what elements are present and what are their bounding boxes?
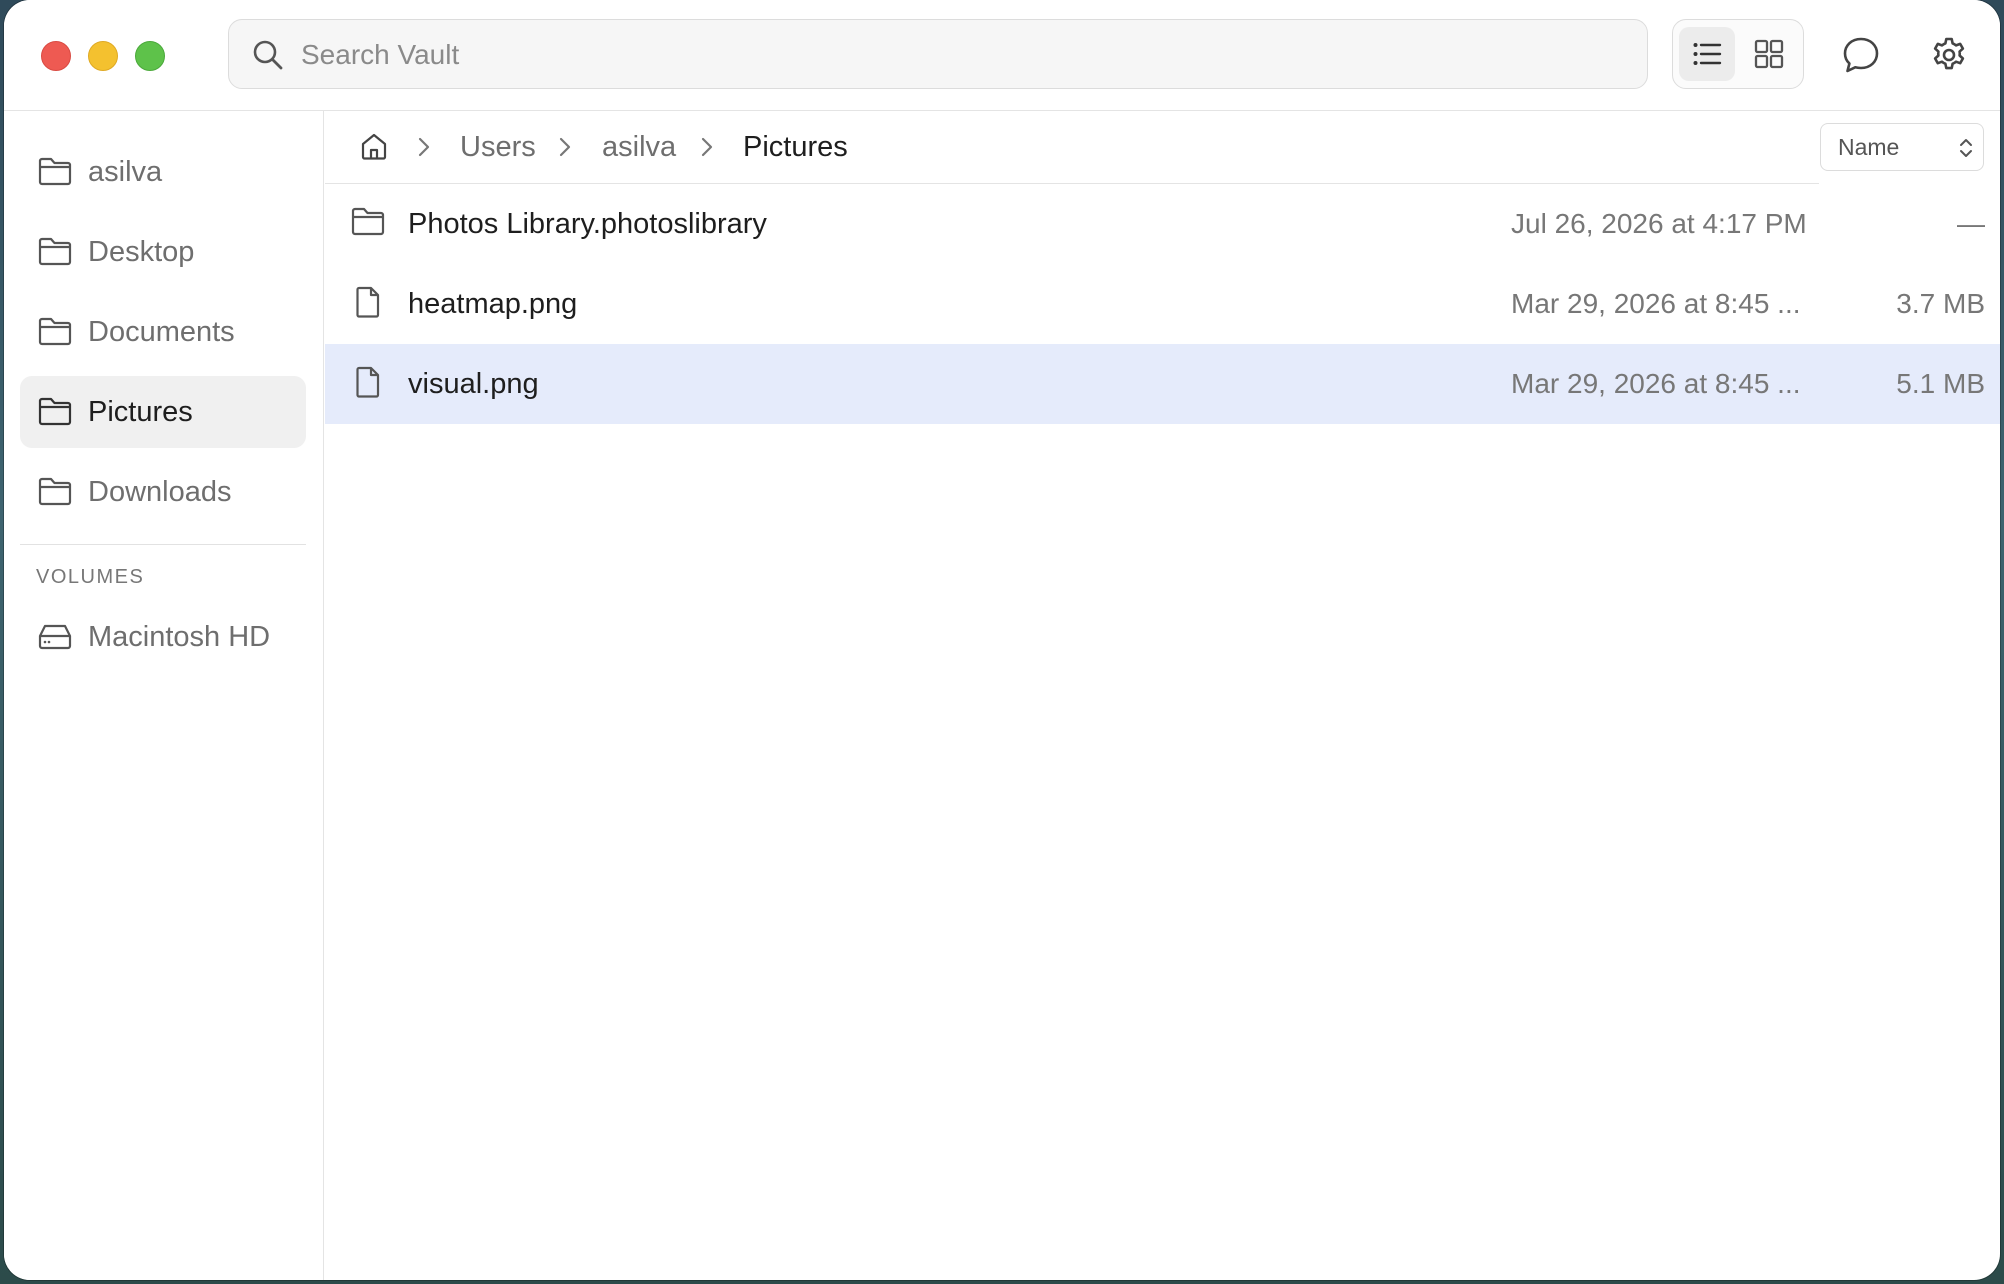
sort-select-value: Name — [1838, 134, 1900, 160]
list-view-button[interactable] — [1679, 27, 1735, 81]
home-icon[interactable] — [359, 131, 389, 161]
breadcrumb-pictures[interactable]: Pictures — [743, 111, 848, 183]
search-bar[interactable] — [228, 19, 1648, 90]
sidebar-item-label: Pictures — [88, 396, 193, 428]
file-row-selected[interactable]: visual.png Mar 29, 2026 at 8:45 ... 5.1 … — [325, 344, 2000, 424]
drive-icon — [38, 624, 72, 650]
file-name: visual.png — [408, 368, 539, 400]
sidebar-item-asilva[interactable]: asilva — [20, 136, 306, 208]
sidebar-item-label: asilva — [88, 156, 163, 188]
sidebar-item-desktop[interactable]: Desktop — [20, 216, 306, 288]
chevron-right-icon — [559, 137, 571, 157]
file-date: Mar 29, 2026 at 8:45 ... — [1511, 288, 1801, 319]
folder-icon — [38, 397, 72, 426]
toolbar — [4, 0, 2000, 111]
chevron-right-icon — [701, 137, 713, 157]
file-icon — [356, 286, 380, 318]
file-name: Photos Library.photoslibrary — [408, 208, 767, 240]
sidebar: asilva Desktop Documents Pictures Downlo… — [4, 111, 324, 1280]
sidebar-item-downloads[interactable]: Downloads — [20, 456, 306, 528]
file-name: heatmap.png — [408, 288, 578, 320]
sidebar-divider — [20, 544, 306, 545]
file-size: — — [1957, 208, 1985, 239]
sidebar-item-label: Macintosh HD — [88, 621, 271, 653]
breadcrumb: Users asilva Pictures — [325, 111, 1819, 184]
zoom-button[interactable] — [135, 41, 165, 71]
grid-icon — [1754, 39, 1784, 69]
file-row[interactable]: heatmap.png Mar 29, 2026 at 8:45 ... 3.7… — [325, 264, 2000, 344]
sidebar-item-label: Documents — [88, 316, 235, 348]
file-row[interactable]: Photos Library.photoslibrary Jul 26, 202… — [325, 184, 2000, 264]
volumes-heading: VOLUMES — [36, 566, 145, 588]
sort-select[interactable]: Name — [1820, 123, 1984, 171]
chat-icon[interactable] — [1840, 34, 1882, 76]
minimize-button[interactable] — [88, 41, 118, 71]
view-mode-toggle — [1672, 19, 1804, 89]
file-browser: Users asilva Pictures Name Photos Librar… — [325, 111, 2000, 1280]
search-icon — [253, 40, 283, 70]
grid-view-button[interactable] — [1741, 27, 1797, 81]
app-window: asilva Desktop Documents Pictures Downlo… — [4, 0, 2000, 1280]
file-date: Mar 29, 2026 at 8:45 ... — [1511, 368, 1801, 399]
sidebar-item-macintosh-hd[interactable]: Macintosh HD — [20, 601, 306, 673]
file-date: Jul 26, 2026 at 4:17 PM — [1511, 208, 1807, 239]
folder-icon — [38, 477, 72, 506]
file-size: 3.7 MB — [1896, 288, 1985, 319]
search-input[interactable] — [299, 20, 1603, 90]
updown-chevron-icon — [1960, 139, 1972, 157]
file-icon — [356, 366, 380, 398]
list-icon — [1693, 43, 1722, 65]
folder-icon — [38, 317, 72, 346]
breadcrumb-asilva[interactable]: asilva — [602, 111, 676, 183]
folder-icon — [38, 157, 72, 186]
sidebar-item-documents[interactable]: Documents — [20, 296, 306, 368]
chevron-right-icon — [418, 137, 430, 157]
breadcrumb-users[interactable]: Users — [460, 111, 536, 183]
sidebar-item-label: Desktop — [88, 236, 195, 268]
file-size: 5.1 MB — [1896, 368, 1985, 399]
close-button[interactable] — [41, 41, 71, 71]
sidebar-item-pictures[interactable]: Pictures — [20, 376, 306, 448]
folder-icon — [38, 237, 72, 266]
gear-icon[interactable] — [1928, 34, 1970, 76]
sidebar-item-label: Downloads — [88, 476, 232, 508]
folder-icon — [351, 207, 385, 236]
